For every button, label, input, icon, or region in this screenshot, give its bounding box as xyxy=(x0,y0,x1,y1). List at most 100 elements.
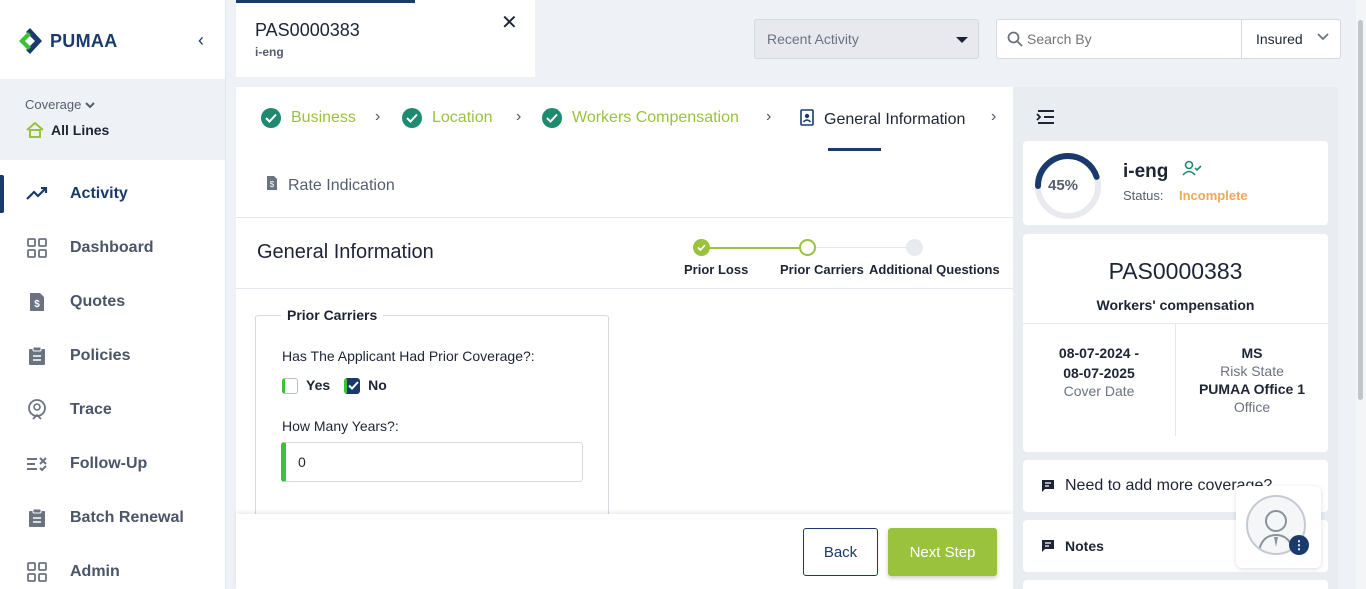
trend-icon xyxy=(26,183,48,205)
applicant-card: 45% i-eng Status: Incomplete xyxy=(1023,141,1328,225)
sidebar-item-policies[interactable]: Policies xyxy=(0,329,225,383)
user-check-icon xyxy=(1182,160,1202,176)
svg-text:$: $ xyxy=(34,299,40,310)
office-label: Office xyxy=(1233,399,1271,415)
prior-coverage-question: Has The Applicant Had Prior Coverage?: xyxy=(282,348,535,364)
step-business[interactable]: Business xyxy=(261,108,356,128)
sidebar-item-trace[interactable]: Trace xyxy=(0,383,225,437)
chevron-right-icon: › xyxy=(991,108,997,125)
prior-carriers-section: Prior Carriers Has The Applicant Had Pri… xyxy=(255,307,609,535)
coverage-value: All Lines xyxy=(25,122,109,138)
years-question: How Many Years?: xyxy=(282,418,399,434)
option-no[interactable]: No xyxy=(344,377,387,395)
applicant-name: i-eng xyxy=(1123,161,1169,182)
step-location[interactable]: Location xyxy=(402,108,493,128)
location-icon xyxy=(26,399,48,421)
active-step-indicator xyxy=(828,148,881,151)
comment-icon xyxy=(1042,480,1054,492)
chevron-down-icon xyxy=(85,102,95,109)
chevron-right-icon: › xyxy=(516,108,522,125)
collapse-sidebar-icon[interactable]: ‹ xyxy=(198,30,204,51)
sidebar-item-dashboard[interactable]: Dashboard xyxy=(0,221,225,275)
recent-activity-dropdown[interactable]: Recent Activity xyxy=(754,19,979,59)
status-label: Status: xyxy=(1123,188,1164,203)
sidebar: PUMAA ‹ Coverage All Lines Activity Dash… xyxy=(0,0,226,589)
next-step-button[interactable]: Next Step xyxy=(888,528,997,576)
sidebar-nav: Activity Dashboard $ Quotes Policies Tra… xyxy=(0,167,225,589)
chevron-right-icon: › xyxy=(766,108,772,125)
state-office-block: MS Risk State PUMAA Office 1 Office xyxy=(1176,344,1328,416)
search-bar: Insured xyxy=(996,19,1341,59)
chevron-right-icon: › xyxy=(375,108,381,125)
progress-line-pending xyxy=(815,247,915,248)
more-options-icon[interactable]: ⋮ xyxy=(1289,535,1309,555)
comment-icon xyxy=(1042,540,1054,552)
sidebar-item-quotes[interactable]: $ Quotes xyxy=(0,275,225,329)
tab-title: PAS0000383 xyxy=(255,20,360,40)
check-circle-icon xyxy=(542,108,562,128)
risk-state-value: MS xyxy=(1241,345,1263,361)
form-header: General Information Prior Loss Prior Car… xyxy=(236,218,1013,289)
progress-label-additional-questions[interactable]: Additional Questions xyxy=(869,262,1000,277)
logo[interactable]: PUMAA xyxy=(16,26,118,56)
sidebar-item-follow-up[interactable]: Follow-Up xyxy=(0,437,225,491)
office-value: PUMAA Office 1 xyxy=(1198,381,1306,397)
search-input[interactable] xyxy=(1027,31,1227,47)
coverage-label: Coverage xyxy=(25,97,95,112)
status-badge: Incomplete xyxy=(1179,188,1248,203)
card-partial xyxy=(1023,580,1328,589)
page-title: General Information xyxy=(257,241,434,263)
step-general-information[interactable]: General Information xyxy=(800,108,965,131)
grid-icon xyxy=(26,561,48,583)
cover-date-end: 08-07-2025 xyxy=(1063,365,1135,381)
years-input[interactable] xyxy=(281,442,583,482)
step-workers-compensation[interactable]: Workers Compensation xyxy=(542,108,739,128)
back-button[interactable]: Back xyxy=(803,528,878,576)
cover-date-label: Cover Date xyxy=(1063,383,1135,399)
quote-icon: $ xyxy=(26,291,48,313)
pumaa-logo-icon xyxy=(19,28,42,54)
quote-tab[interactable]: PAS0000383 i-eng ✕ xyxy=(236,0,535,77)
section-title: Prior Carriers xyxy=(281,307,384,323)
risk-state-label: Risk State xyxy=(1220,363,1284,379)
progress-step-pending xyxy=(906,239,923,256)
option-yes[interactable]: Yes xyxy=(282,377,330,395)
progress-line-complete xyxy=(701,247,808,249)
menu-collapse-icon[interactable] xyxy=(1036,109,1056,125)
id-card-icon xyxy=(800,108,814,131)
search-type-select[interactable]: Insured xyxy=(1256,31,1303,47)
progress-label-prior-carriers[interactable]: Prior Carriers xyxy=(780,262,864,277)
home-icon xyxy=(26,122,44,138)
step-rate-indication[interactable]: $ Rate Indication xyxy=(266,175,395,196)
checklist-icon xyxy=(26,453,48,475)
cover-date-block: 08-07-2024 - 08-07-2025 Cover Date xyxy=(1023,344,1175,400)
grid-icon xyxy=(26,237,48,259)
progress-step-current xyxy=(799,239,816,256)
prior-coverage-options: Yes No xyxy=(282,377,387,395)
clipboard-icon xyxy=(26,507,48,529)
search-icon xyxy=(1007,31,1023,47)
checkbox-no[interactable] xyxy=(344,378,361,395)
policy-type: Workers' compensation xyxy=(1096,297,1255,313)
progress-percent: 45% xyxy=(1048,177,1079,194)
coverage-selector[interactable]: Coverage All Lines xyxy=(0,79,225,160)
scrollbar-thumb[interactable] xyxy=(1358,20,1363,400)
assistant-widget[interactable]: ⋮ xyxy=(1236,486,1321,568)
chevron-down-icon xyxy=(1317,33,1329,41)
form-footer: Back Next Step xyxy=(236,514,1013,589)
policy-number: PAS0000383 xyxy=(1108,258,1243,284)
progress-step-done xyxy=(693,239,710,256)
policy-card: PAS0000383 Workers' compensation 08-07-2… xyxy=(1023,234,1328,452)
check-circle-icon xyxy=(261,108,281,128)
search-divider xyxy=(1241,20,1242,58)
close-icon[interactable]: ✕ xyxy=(501,10,518,35)
check-circle-icon xyxy=(402,108,422,128)
tab-subtitle: i-eng xyxy=(255,45,284,59)
sidebar-item-batch-renewal[interactable]: Batch Renewal xyxy=(0,491,225,545)
page-scrollbar[interactable] xyxy=(1356,0,1366,589)
progress-label-prior-loss[interactable]: Prior Loss xyxy=(684,262,748,277)
sidebar-item-admin[interactable]: Admin xyxy=(0,545,225,589)
sidebar-item-activity[interactable]: Activity xyxy=(0,167,225,221)
checkbox-yes[interactable] xyxy=(282,378,298,395)
caret-down-icon xyxy=(956,37,968,43)
